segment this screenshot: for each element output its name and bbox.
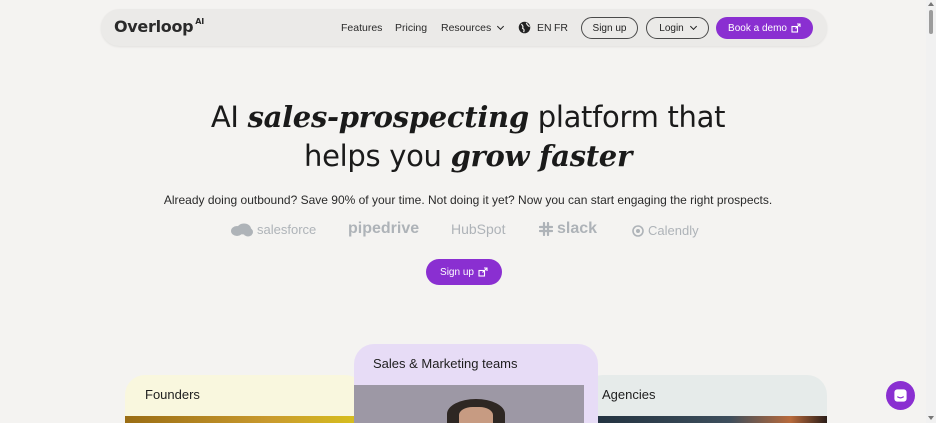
scroll-up-arrow[interactable]: [928, 2, 934, 6]
founders-card[interactable]: Founders: [125, 375, 365, 423]
hero-subtitle: Already doing outbound? Save 90% of your…: [163, 193, 773, 207]
overloop-logo[interactable]: Overloop AI: [114, 17, 204, 36]
card-title: Founders: [145, 387, 200, 402]
hero-signup-button[interactable]: Sign up: [426, 259, 502, 285]
nav-login-button[interactable]: Login: [646, 17, 709, 39]
card-title: Sales & Marketing teams: [373, 356, 518, 371]
calendly-logo: Calendly: [632, 223, 699, 238]
slack-logo: slack: [539, 220, 597, 238]
scrollbar-thumb[interactable]: [929, 10, 933, 34]
chat-icon: [894, 389, 907, 402]
globe-icon: [518, 21, 531, 34]
agencies-photo: [583, 416, 827, 423]
external-link-icon: [478, 267, 488, 277]
hubspot-logo: HubSpot: [451, 221, 506, 237]
founders-photo: [125, 416, 365, 423]
top-navbar: Overloop AI Features Pricing Resources EN…: [101, 9, 827, 46]
hero-headline-line1: AI sales-prospecting platform that: [210, 100, 726, 134]
nav-features-link[interactable]: Features: [341, 22, 382, 34]
slack-hash-icon: [539, 222, 553, 236]
pipedrive-logo: pipedrive: [348, 220, 420, 237]
salesforce-cloud-icon: [231, 223, 253, 236]
nav-signup-button[interactable]: Sign up: [581, 17, 638, 39]
lang-en-link[interactable]: EN: [537, 22, 552, 34]
sales-marketing-card[interactable]: Sales & Marketing teams: [354, 344, 598, 423]
vertical-scrollbar[interactable]: [926, 0, 936, 423]
agencies-card[interactable]: Agencies: [583, 375, 827, 423]
salesforce-logo: salesforce: [230, 222, 316, 237]
external-link-icon: [791, 23, 801, 33]
calendly-icon: [632, 224, 644, 237]
lang-fr-link[interactable]: FR: [554, 22, 568, 34]
card-title: Agencies: [602, 387, 656, 402]
nav-resources-dropdown[interactable]: Resources: [441, 22, 505, 34]
nav-pricing-link[interactable]: Pricing: [395, 22, 427, 34]
book-demo-button[interactable]: Book a demo: [716, 17, 813, 39]
hero-headline-line2: helps you grow faster: [304, 139, 632, 173]
scroll-down-arrow[interactable]: [928, 416, 934, 420]
chat-launcher-button[interactable]: [886, 381, 915, 410]
chevron-down-icon: [689, 22, 697, 30]
sales-marketing-photo: [354, 385, 584, 423]
chevron-down-icon: [497, 22, 505, 31]
